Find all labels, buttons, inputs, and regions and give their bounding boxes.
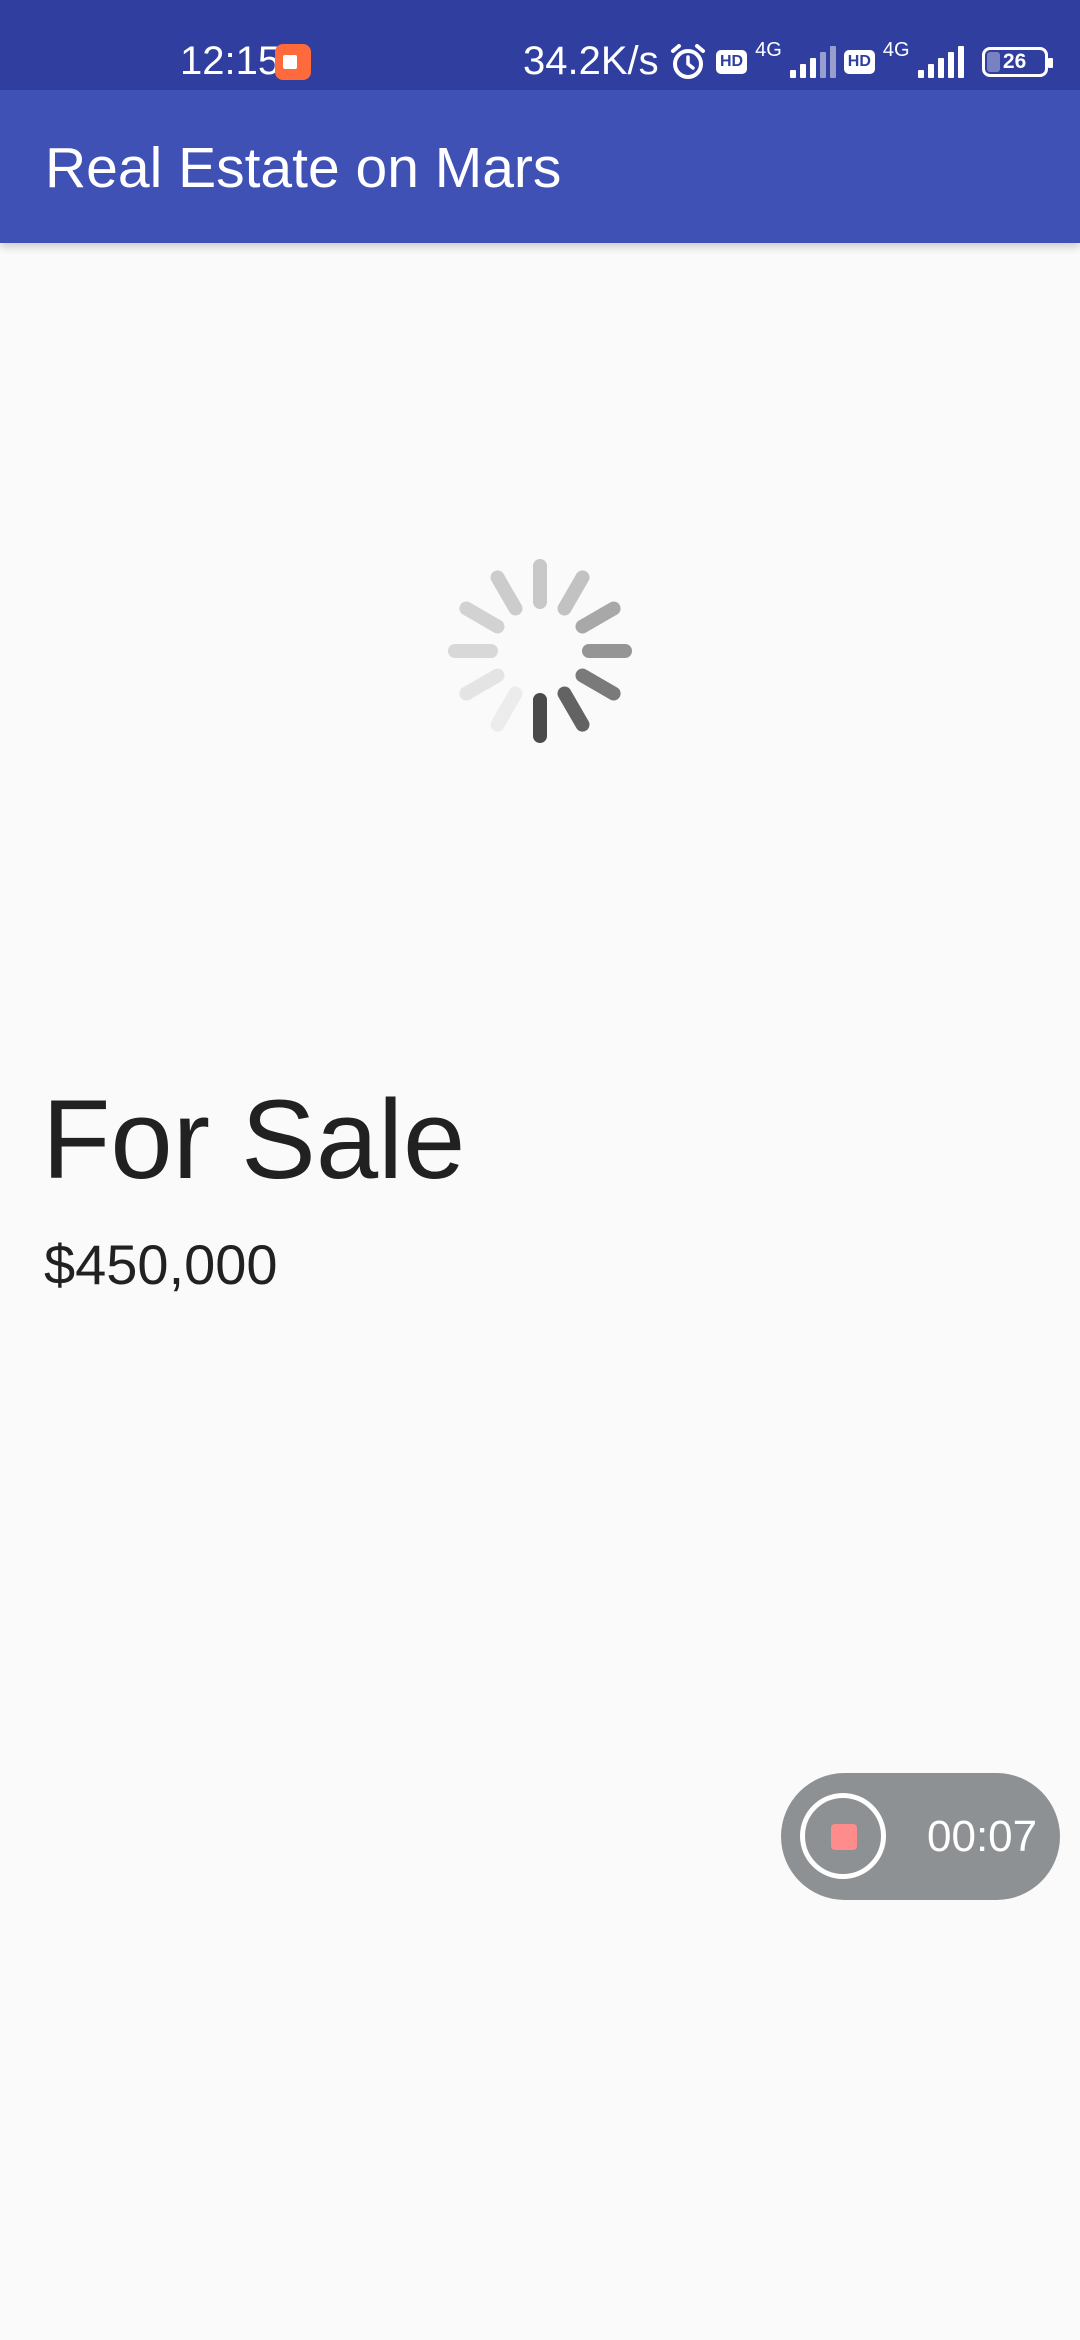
status-icons: HD 4G HD 4G 26	[668, 39, 1053, 84]
loading-spinner-icon	[448, 559, 632, 743]
status-bar: 12:15 34.2K/s HD 4G HD 4G 26	[0, 0, 1080, 90]
app-bar: Real Estate on Mars	[0, 90, 1080, 243]
network-type: 4G	[755, 39, 782, 61]
alarm-icon	[671, 44, 705, 79]
battery-icon: 26	[981, 47, 1053, 77]
signal-icon	[917, 46, 964, 78]
listing-price: $450,000	[44, 1233, 278, 1296]
app-title: Real Estate on Mars	[45, 136, 562, 200]
hd-badge: HD	[716, 50, 748, 74]
screen-record-icon	[275, 44, 311, 80]
stop-recording-button[interactable]	[800, 1793, 886, 1879]
network-speed: 34.2K/s	[523, 39, 659, 83]
listing-type-heading: For Sale	[42, 1077, 466, 1202]
stop-icon	[831, 1824, 857, 1850]
battery-level: 26	[1002, 50, 1027, 73]
hd-badge: HD	[843, 50, 875, 74]
signal-icon	[789, 46, 836, 78]
recording-timer: 00:07	[927, 1812, 1038, 1861]
network-type: 4G	[882, 39, 910, 61]
screen-recorder-widget[interactable]: 00:07	[781, 1773, 1060, 1900]
status-time: 12:15	[180, 39, 281, 83]
